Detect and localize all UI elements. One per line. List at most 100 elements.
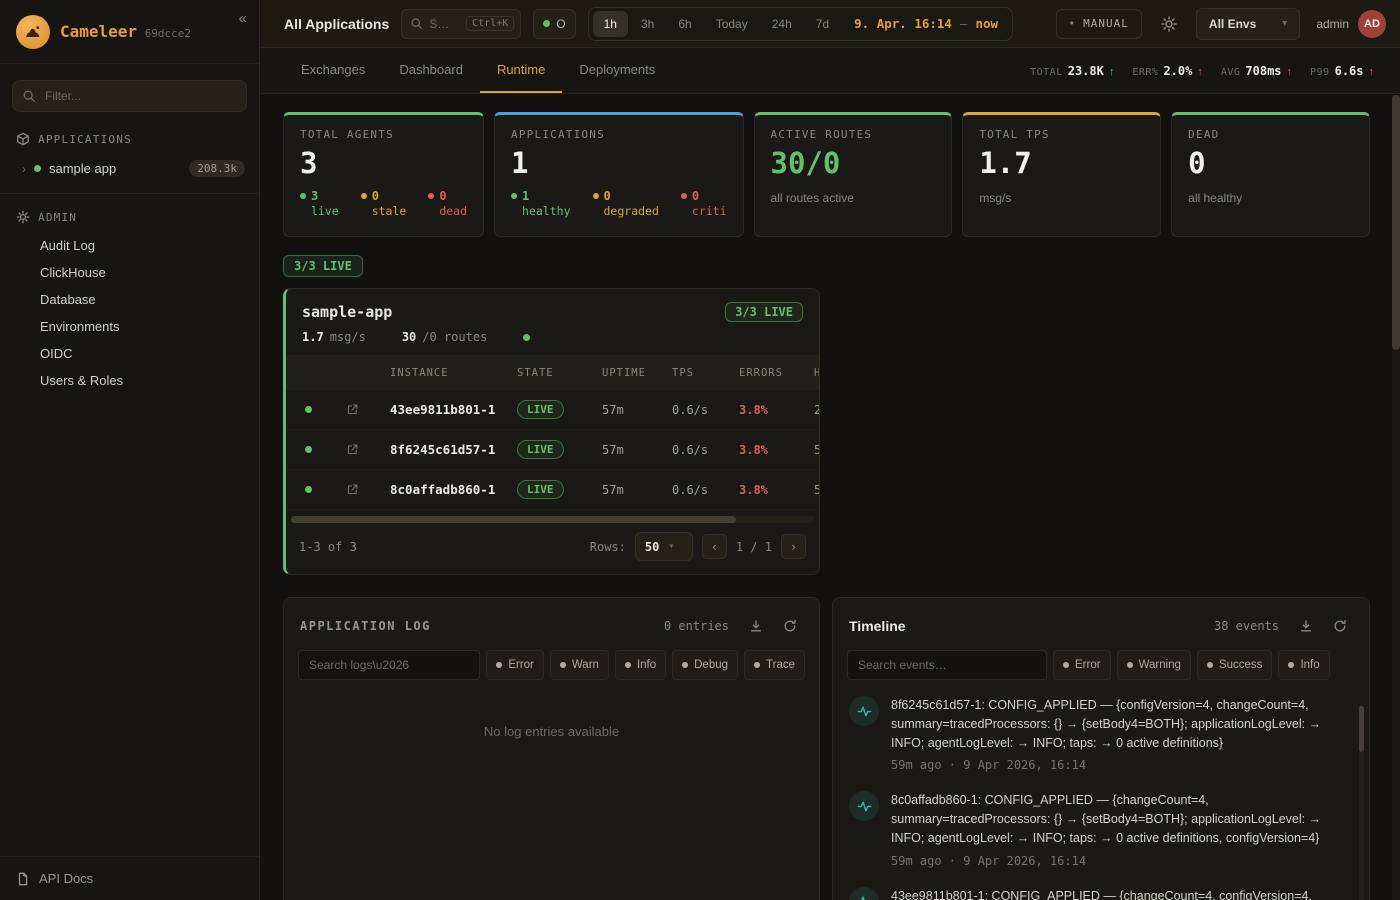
scrollbar-thumb[interactable] (1359, 706, 1364, 752)
log-panel-title: APPLICATION LOG (300, 619, 431, 633)
topbar: All Applications S… Ctrl+K O 1h 3h 6h To… (260, 0, 1400, 48)
range-end: now (976, 16, 999, 31)
sidebar-item-oidc[interactable]: OIDC (0, 340, 259, 367)
sidebar-item-users-roles[interactable]: Users & Roles (0, 367, 259, 394)
table-row[interactable]: 8f6245c61d57-1 LIVE 57m 0.6/s 3.8% 5 (286, 430, 819, 470)
keyboard-shortcut-badge: Ctrl+K (466, 16, 514, 31)
sidebar-item-database[interactable]: Database (0, 286, 259, 313)
live-summary-badge: 3/3 LIVE (283, 255, 363, 277)
filter-chip-error[interactable]: Error (486, 650, 544, 680)
online-status-toggle[interactable]: O (533, 9, 575, 39)
sidebar: Cameleer 69dcce2 « APPLICATIONS › sample… (0, 0, 260, 900)
trend-up-icon: ↑ (1287, 66, 1293, 78)
chevron-right-icon[interactable]: › (22, 162, 26, 176)
avatar: AD (1358, 10, 1386, 38)
stat-card-applications: APPLICATIONS 1 1healthy 0degraded 0criti (494, 112, 743, 237)
online-label: O (556, 17, 565, 31)
log-entry-count: 0 entries (664, 619, 729, 633)
scrollbar-thumb[interactable] (1392, 95, 1400, 350)
range-button-1h[interactable]: 1h (593, 11, 628, 37)
prev-page-button[interactable]: ‹ (702, 534, 727, 559)
filter-chip-trace[interactable]: Trace (744, 650, 805, 680)
range-button-3h[interactable]: 3h (630, 11, 665, 37)
instances-table: INSTANCE STATE UPTIME TPS ERRORS H 43ee9… (286, 356, 819, 510)
table-row[interactable]: 43ee9811b801-1 LIVE 57m 0.6/s 3.8% 2 (286, 390, 819, 430)
trend-up-icon: ↑ (1369, 66, 1375, 78)
external-link-icon[interactable] (330, 403, 374, 416)
environment-select[interactable]: All Envs ▾ (1196, 8, 1300, 40)
timeline-panel: Timeline 38 events Error Warning Success… (832, 597, 1370, 900)
range-button-6h[interactable]: 6h (667, 11, 702, 37)
scrollbar-thumb[interactable] (291, 516, 736, 523)
filter-input[interactable] (12, 80, 247, 112)
filter-chip-debug[interactable]: Debug (672, 650, 738, 680)
camel-logo-icon (16, 15, 50, 49)
main-scrollbar[interactable] (1392, 95, 1400, 900)
range-dash: — (960, 16, 968, 31)
theme-toggle-button[interactable] (1154, 9, 1184, 39)
sidebar-item-clickhouse[interactable]: ClickHouse (0, 259, 259, 286)
timeline-scrollbar[interactable] (1359, 706, 1364, 900)
stat-cards: TOTAL AGENTS 3 3live 0stale 0dead APPLIC… (283, 112, 1370, 237)
timeline-event[interactable]: 8c0affadb860-1: CONFIG_APPLIED — {change… (849, 791, 1347, 867)
range-button-today[interactable]: Today (705, 11, 759, 37)
log-empty-state: No log entries available (284, 724, 819, 739)
tabbar: Exchanges Dashboard Runtime Deployments … (260, 48, 1400, 94)
range-button-7d[interactable]: 7d (805, 11, 840, 37)
user-menu[interactable]: admin AD (1316, 10, 1386, 38)
sidebar-item-sample-app[interactable]: › sample app 208.3k (0, 154, 259, 183)
filter-chip-error[interactable]: Error (1053, 650, 1111, 680)
horizontal-scrollbar[interactable] (291, 516, 814, 523)
sidebar-item-environments[interactable]: Environments (0, 313, 259, 340)
download-icon[interactable] (1293, 613, 1319, 639)
table-footer: 1-3 of 3 Rows: 50 ▾ ‹ 1 / 1 › (286, 523, 819, 574)
external-link-icon[interactable] (330, 443, 374, 456)
sample-app-count-badge: 208.3k (189, 160, 245, 177)
main-area: All Applications S… Ctrl+K O 1h 3h 6h To… (260, 0, 1400, 900)
refresh-mode-button[interactable]: • MANUAL (1056, 9, 1142, 39)
app-version: 69dcce2 (145, 27, 191, 40)
api-docs-link[interactable]: API Docs (0, 856, 259, 900)
rows-label: Rows: (590, 540, 626, 554)
metric-total: TOTAL 23.8K ↑ (1030, 64, 1114, 78)
logo-row: Cameleer 69dcce2 « (0, 0, 259, 64)
trend-up-icon: ↑ (1197, 66, 1203, 78)
rows-per-page-select[interactable]: 50 ▾ (635, 532, 693, 561)
external-link-icon[interactable] (330, 483, 374, 496)
refresh-mode-label: MANUAL (1083, 17, 1129, 30)
next-page-button[interactable]: › (781, 534, 806, 559)
instance-status-dot (305, 446, 312, 453)
metric-err: ERR% 2.0% ↑ (1132, 64, 1203, 78)
tab-deployments[interactable]: Deployments (562, 48, 672, 93)
logo-text: Cameleer 69dcce2 (60, 22, 191, 41)
filter-chip-warning[interactable]: Warning (1117, 650, 1191, 680)
timeline-event[interactable]: 43ee9811b801-1: CONFIG_APPLIED — {change… (849, 887, 1347, 900)
range-button-24h[interactable]: 24h (761, 11, 803, 37)
time-range-display[interactable]: 9. Apr. 16:14 — now (854, 16, 998, 31)
refresh-icon[interactable] (1327, 613, 1353, 639)
sidebar-collapse-button[interactable]: « (239, 10, 247, 27)
sample-app-label: sample app (49, 161, 181, 176)
timeline-event[interactable]: 8f6245c61d57-1: CONFIG_APPLIED — {config… (849, 696, 1347, 772)
filter-chip-warn[interactable]: Warn (550, 650, 609, 680)
page-indicator: 1 / 1 (736, 540, 772, 554)
filter-chip-success[interactable]: Success (1197, 650, 1272, 680)
timeline-search-input[interactable] (847, 650, 1047, 680)
download-icon[interactable] (743, 613, 769, 639)
global-search-input[interactable]: S… Ctrl+K (401, 9, 521, 39)
environment-value: All Envs (1209, 17, 1256, 31)
refresh-icon[interactable] (777, 613, 803, 639)
table-row[interactable]: 8c0affadb860-1 LIVE 57m 0.6/s 3.8% 5 (286, 470, 819, 510)
time-range-group: 1h 3h 6h Today 24h 7d 9. Apr. 16:14 — no… (588, 7, 1013, 41)
timeline-panel-title: Timeline (849, 618, 906, 634)
tab-runtime[interactable]: Runtime (480, 48, 562, 93)
tab-dashboard[interactable]: Dashboard (382, 48, 480, 93)
activity-icon (849, 791, 879, 821)
log-search-input[interactable] (298, 650, 480, 680)
admin-section-label: ADMIN (38, 211, 77, 224)
filter-chip-info[interactable]: Info (1278, 650, 1329, 680)
sidebar-item-audit-log[interactable]: Audit Log (0, 232, 259, 259)
filter-chip-info[interactable]: Info (615, 650, 666, 680)
timeline-events: 8f6245c61d57-1: CONFIG_APPLIED — {config… (833, 680, 1369, 900)
tab-exchanges[interactable]: Exchanges (284, 48, 382, 93)
